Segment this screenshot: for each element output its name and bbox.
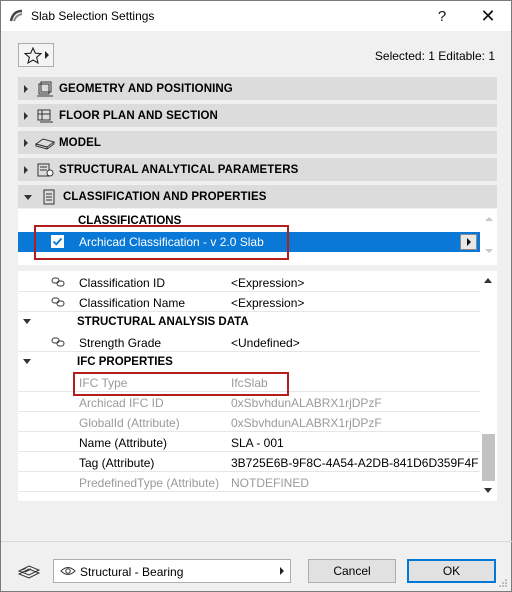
highlight-box-ifc-type xyxy=(73,372,289,396)
panel-floor-plan-and-section[interactable]: FLOOR PLAN AND SECTION xyxy=(18,104,497,127)
chevron-right-icon xyxy=(280,567,284,575)
classification-expand-button[interactable] xyxy=(460,234,477,250)
link-icon xyxy=(51,337,65,347)
link-icon xyxy=(51,297,65,307)
panel-structural-analytical-parameters[interactable]: STRUCTURAL ANALYTICAL PARAMETERS xyxy=(18,158,497,181)
property-section-ifc-properties[interactable]: IFC PROPERTIES xyxy=(18,352,480,372)
classifications-scrollbar[interactable] xyxy=(481,209,497,265)
scroll-up-icon[interactable] xyxy=(484,278,492,283)
eye-icon xyxy=(60,567,76,575)
property-value[interactable]: SLA - 001 xyxy=(231,436,284,450)
property-row[interactable]: Strength Grade <Undefined> xyxy=(18,332,480,352)
floor-plan-icon xyxy=(35,107,55,125)
collapse-arrow-icon xyxy=(24,195,32,200)
section-title: IFC PROPERTIES xyxy=(77,356,173,368)
properties-scrollbar[interactable] xyxy=(480,271,497,501)
property-section-structural-analysis[interactable]: STRUCTURAL ANALYSIS DATA xyxy=(18,312,480,332)
property-name: PredefinedType (Attribute) xyxy=(79,476,220,490)
panel-label: GEOMETRY AND POSITIONING xyxy=(59,82,233,95)
chevron-right-icon xyxy=(45,51,49,59)
cancel-button[interactable]: Cancel xyxy=(308,559,396,583)
scroll-up-icon[interactable] xyxy=(485,217,493,221)
classification-icon xyxy=(39,188,59,206)
title-bar: Slab Selection Settings ? ✕ xyxy=(1,1,511,31)
panel-classification-and-properties[interactable]: CLASSIFICATION AND PROPERTIES xyxy=(18,185,497,208)
property-name: Archicad IFC ID xyxy=(79,396,164,410)
property-value[interactable]: <Expression> xyxy=(231,276,304,290)
property-value: 0xSbvhdunALABRX1rjDPzF xyxy=(231,416,382,430)
property-row[interactable]: Tag (Attribute) 3B725E6B-9F8C-4A54-A2DB-… xyxy=(18,452,480,472)
property-name: GlobalId (Attribute) xyxy=(79,416,180,430)
expand-arrow-icon xyxy=(24,138,28,147)
panel-geometry-and-positioning[interactable]: GEOMETRY AND POSITIONING xyxy=(18,77,497,100)
property-name: Strength Grade xyxy=(79,336,162,350)
property-row[interactable]: GlobalId (Attribute) 0xSbvhdunALABRX1rjD… xyxy=(18,412,480,432)
scroll-down-icon[interactable] xyxy=(484,488,492,493)
property-value: 0xSbvhdunALABRX1rjDPzF xyxy=(231,396,382,410)
property-value[interactable]: 3B725E6B-9F8C-4A54-A2DB-841D6D359F4F xyxy=(231,456,478,470)
property-row[interactable]: Name (Attribute) SLA - 001 xyxy=(18,432,480,452)
ok-button[interactable]: OK xyxy=(407,559,496,583)
archicad-app-icon xyxy=(9,9,23,22)
panel-label: CLASSIFICATION AND PROPERTIES xyxy=(63,190,267,203)
footer-divider xyxy=(1,541,512,542)
help-button[interactable]: ? xyxy=(419,1,465,31)
layer-select-label: Structural - Bearing xyxy=(80,565,184,579)
panel-label: STRUCTURAL ANALYTICAL PARAMETERS xyxy=(59,163,299,176)
geometry-icon xyxy=(35,80,55,98)
panel-model[interactable]: MODEL xyxy=(18,131,497,154)
scroll-down-icon[interactable] xyxy=(485,249,493,253)
highlight-box-classification xyxy=(34,225,289,260)
scrollbar-thumb[interactable] xyxy=(482,434,495,481)
link-icon xyxy=(51,277,65,287)
expand-arrow-icon xyxy=(24,84,28,93)
resize-grip-icon[interactable] xyxy=(498,578,508,588)
collapse-arrow-icon[interactable] xyxy=(23,319,31,324)
selection-count: Selected: 1 Editable: 1 xyxy=(374,49,495,63)
collapse-arrow-icon[interactable] xyxy=(23,359,31,364)
chevron-right-icon xyxy=(466,238,471,246)
property-row[interactable]: PredefinedType (Attribute) NOTDEFINED xyxy=(18,472,480,492)
close-button[interactable]: ✕ xyxy=(465,1,511,31)
dialog-window: Slab Selection Settings ? ✕ Selected: 1 … xyxy=(0,0,512,592)
property-value[interactable]: <Undefined> xyxy=(231,336,300,350)
window-title: Slab Selection Settings xyxy=(31,9,155,23)
property-row[interactable]: Classification ID <Expression> xyxy=(18,272,480,292)
expand-arrow-icon xyxy=(24,165,28,174)
row-divider xyxy=(18,491,480,492)
property-value: NOTDEFINED xyxy=(231,476,309,490)
star-icon xyxy=(24,46,42,64)
structural-analytical-icon xyxy=(35,161,55,179)
favorites-button[interactable] xyxy=(18,43,54,67)
property-row[interactable]: Classification Name <Expression> xyxy=(18,292,480,312)
model-icon xyxy=(35,134,55,152)
property-name: Name (Attribute) xyxy=(79,436,168,450)
expand-arrow-icon xyxy=(24,111,28,120)
property-value[interactable]: <Expression> xyxy=(231,296,304,310)
property-name: Classification ID xyxy=(79,276,166,290)
property-name: Classification Name xyxy=(79,296,186,310)
layer-select[interactable]: Structural - Bearing xyxy=(53,559,291,583)
section-title: STRUCTURAL ANALYSIS DATA xyxy=(77,316,249,328)
panel-label: FLOOR PLAN AND SECTION xyxy=(59,109,218,122)
property-name: Tag (Attribute) xyxy=(79,456,155,470)
panel-label: MODEL xyxy=(59,136,102,149)
layer-icon xyxy=(17,565,41,579)
